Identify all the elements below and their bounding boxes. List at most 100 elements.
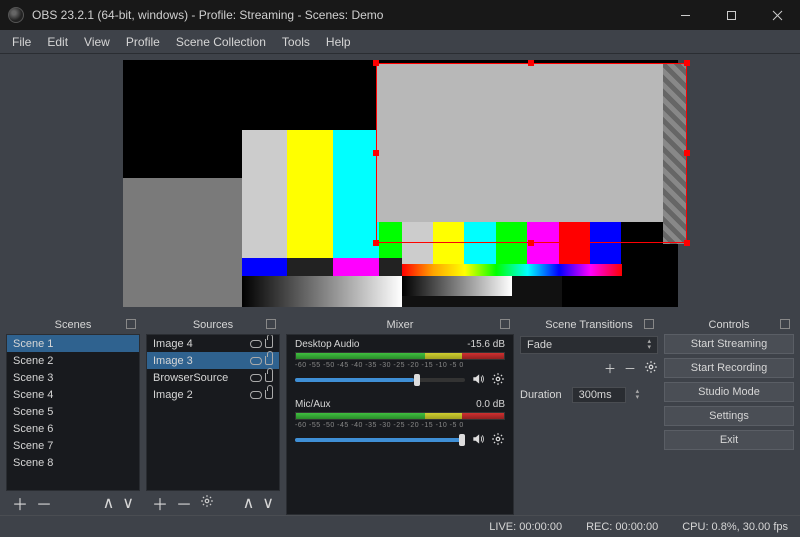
gear-icon (491, 372, 505, 386)
meter-scale: -60 -55 -50 -45 -40 -35 -30 -25 -20 -15 … (295, 422, 505, 429)
transition-select[interactable]: Fade ▴▾ (520, 336, 658, 354)
preview-layer (123, 178, 242, 307)
resize-handle[interactable] (528, 60, 534, 66)
mixer-channel-header: Mic/Aux 0.0 dB (295, 399, 505, 410)
volume-slider[interactable] (295, 438, 465, 442)
gear-icon (200, 494, 214, 508)
stepper-arrows-icon[interactable]: ▴▾ (636, 389, 640, 401)
close-button[interactable] (754, 0, 800, 30)
menu-profile[interactable]: Profile (118, 30, 168, 54)
move-scene-down-button[interactable]: ∨ (122, 493, 134, 513)
source-label: Image 4 (153, 338, 193, 350)
settings-button[interactable]: Settings (664, 406, 794, 426)
remove-transition-button[interactable]: － (624, 360, 636, 377)
source-item[interactable]: Image 2 (147, 386, 279, 403)
channel-settings-button[interactable] (491, 372, 505, 389)
sources-list[interactable]: Image 4 Image 3 BrowserSource Image 2 (146, 334, 280, 491)
minimize-button[interactable] (662, 0, 708, 30)
mixer-title: Mixer (387, 319, 414, 331)
scene-item[interactable]: Scene 3 (7, 369, 139, 386)
source-item[interactable]: Image 3 (147, 352, 279, 369)
move-source-down-button[interactable]: ∨ (262, 493, 274, 513)
visibility-icon[interactable] (250, 357, 262, 365)
preview-area (0, 54, 800, 312)
preview-layer (242, 276, 402, 307)
gear-icon (644, 360, 658, 374)
source-item[interactable]: Image 4 (147, 335, 279, 352)
transitions-body: Fade ▴▾ ＋ － Duration 300ms ▴▾ (520, 334, 658, 405)
add-transition-button[interactable]: ＋ (604, 360, 616, 377)
start-streaming-button[interactable]: Start Streaming (664, 334, 794, 354)
popout-icon[interactable] (126, 319, 136, 329)
menu-help[interactable]: Help (318, 30, 359, 54)
titlebar: OBS 23.2.1 (64-bit, windows) - Profile: … (0, 0, 800, 30)
select-arrows-icon: ▴▾ (647, 339, 651, 351)
studio-mode-button[interactable]: Studio Mode (664, 382, 794, 402)
menu-view[interactable]: View (76, 30, 118, 54)
scene-item[interactable]: Scene 8 (7, 454, 139, 471)
volume-slider[interactable] (295, 378, 465, 382)
scenes-list[interactable]: Scene 1 Scene 2 Scene 3 Scene 4 Scene 5 … (6, 334, 140, 491)
source-item[interactable]: BrowserSource (147, 369, 279, 386)
remove-scene-button[interactable]: － (36, 491, 52, 515)
minimize-icon (680, 10, 691, 21)
popout-icon[interactable] (266, 319, 276, 329)
scene-label: Scene 5 (13, 406, 53, 418)
obs-logo-icon (8, 7, 24, 23)
scene-item[interactable]: Scene 7 (7, 437, 139, 454)
preview-canvas[interactable] (123, 60, 678, 307)
menu-file[interactable]: File (4, 30, 39, 54)
scene-label: Scene 3 (13, 372, 53, 384)
close-icon (772, 10, 783, 21)
menu-tools[interactable]: Tools (274, 30, 318, 54)
preview-layer (402, 276, 512, 296)
menubar: File Edit View Profile Scene Collection … (0, 30, 800, 54)
duration-input[interactable]: 300ms (572, 387, 626, 403)
menu-scene-collection[interactable]: Scene Collection (168, 30, 274, 54)
scene-item[interactable]: Scene 5 (7, 403, 139, 420)
start-recording-button[interactable]: Start Recording (664, 358, 794, 378)
move-scene-up-button[interactable]: ∧ (103, 493, 115, 513)
volume-row (295, 371, 505, 389)
lock-icon[interactable] (265, 373, 273, 382)
visibility-icon[interactable] (250, 340, 262, 348)
resize-handle[interactable] (373, 60, 379, 66)
resize-handle[interactable] (684, 240, 690, 246)
lock-icon[interactable] (265, 390, 273, 399)
resize-handle[interactable] (528, 240, 534, 246)
scene-item[interactable]: Scene 1 (7, 335, 139, 352)
menu-edit[interactable]: Edit (39, 30, 76, 54)
exit-button[interactable]: Exit (664, 430, 794, 450)
scene-item[interactable]: Scene 2 (7, 352, 139, 369)
transition-current: Fade (527, 339, 552, 351)
speaker-icon[interactable] (471, 372, 485, 389)
move-source-up-button[interactable]: ∧ (243, 493, 255, 513)
resize-handle[interactable] (373, 240, 379, 246)
popout-icon[interactable] (780, 319, 790, 329)
speaker-icon[interactable] (471, 432, 485, 449)
statusbar: LIVE: 00:00:00 REC: 00:00:00 CPU: 0.8%, … (0, 515, 800, 537)
duration-label: Duration (520, 389, 562, 401)
resize-handle[interactable] (684, 60, 690, 66)
resize-handle[interactable] (373, 150, 379, 156)
maximize-button[interactable] (708, 0, 754, 30)
visibility-icon[interactable] (250, 391, 262, 399)
source-label: Image 2 (153, 389, 193, 401)
popout-icon[interactable] (500, 319, 510, 329)
visibility-icon[interactable] (250, 374, 262, 382)
scene-item[interactable]: Scene 4 (7, 386, 139, 403)
lock-icon[interactable] (265, 356, 273, 365)
transitions-panel: Scene Transitions Fade ▴▾ ＋ － Duration 3… (520, 316, 658, 515)
add-scene-button[interactable]: ＋ (12, 491, 28, 515)
lock-icon[interactable] (265, 339, 273, 348)
scene-item[interactable]: Scene 6 (7, 420, 139, 437)
channel-settings-button[interactable] (491, 432, 505, 449)
channel-db: 0.0 dB (476, 399, 505, 410)
add-source-button[interactable]: ＋ (152, 491, 168, 515)
popout-icon[interactable] (644, 319, 654, 329)
resize-handle[interactable] (684, 150, 690, 156)
remove-source-button[interactable]: － (176, 491, 192, 515)
selection-outline[interactable] (376, 63, 687, 243)
transition-properties-button[interactable] (644, 360, 658, 377)
source-properties-button[interactable] (200, 494, 214, 513)
